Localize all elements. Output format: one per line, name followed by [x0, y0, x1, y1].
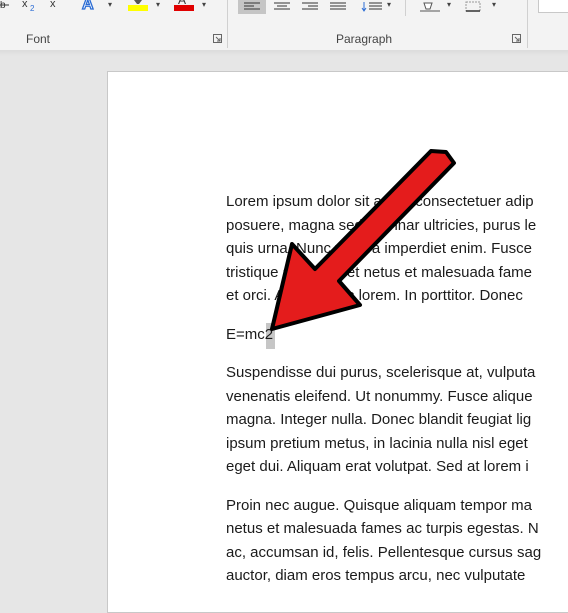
text-line[interactable]: ipsum pretium metus, in lacinia nulla ni…: [226, 432, 568, 456]
equation-text[interactable]: E=mc2: [226, 326, 273, 343]
line-spacing-icon: [361, 2, 382, 12]
superscript-button[interactable]: x: [48, 0, 62, 14]
text-effects-caret-icon[interactable]: ▾: [108, 0, 112, 9]
paragraph-dialog-launcher-icon[interactable]: [512, 34, 521, 43]
group-separator: [527, 0, 528, 48]
justify-button[interactable]: [326, 0, 350, 14]
font-dialog-launcher-icon[interactable]: [213, 34, 222, 43]
text-line[interactable]: quis urna. Nunc viverra imperdiet enim. …: [226, 237, 568, 261]
styles-gallery[interactable]: [538, 0, 568, 13]
paragraph-2[interactable]: Suspendisse dui purus, scelerisque at, v…: [226, 361, 568, 479]
font-color-icon: A: [174, 0, 194, 11]
text-line[interactable]: ac, accumsan id, felis. Pellentesque cur…: [226, 541, 568, 565]
toolbar-separator: [405, 0, 406, 16]
highlight-caret-icon[interactable]: ▾: [156, 0, 160, 9]
shading-caret-icon[interactable]: ▾: [447, 0, 451, 9]
text-line[interactable]: eget dui. Aliquam erat volutpat. Sed at …: [226, 455, 568, 479]
line-spacing-button[interactable]: [360, 0, 384, 14]
text-line[interactable]: auctor, diam eros tempus arcu, nec vulpu…: [226, 564, 568, 588]
text-line[interactable]: et orci. Aenean nec lorem. In porttitor.…: [226, 284, 568, 308]
subscript-button[interactable]: x2: [20, 0, 40, 14]
font-color-caret-icon[interactable]: ▾: [202, 0, 206, 9]
borders-icon: [465, 1, 481, 12]
subscript-icon: x2: [22, 0, 35, 13]
highlight-color-button[interactable]: [126, 0, 150, 14]
align-center-icon: [274, 2, 290, 10]
font-group-label: Font: [26, 32, 51, 46]
ribbon-shadow: [0, 50, 568, 56]
text-line[interactable]: netus et malesuada fames ac turpis egest…: [226, 517, 568, 541]
strikethrough-icon: b: [0, 1, 9, 11]
text-line[interactable]: tristique senectus et netus et malesuada…: [226, 261, 568, 285]
text-line[interactable]: posuere, magna sed pulvinar ultricies, p…: [226, 214, 568, 238]
borders-button[interactable]: [462, 0, 486, 14]
text-line[interactable]: magna. Integer nulla. Donec blandit feug…: [226, 408, 568, 432]
justify-icon: [330, 2, 346, 10]
paragraph-group-label: Paragraph: [336, 32, 393, 46]
equation-paragraph[interactable]: E=mc2: [226, 322, 568, 349]
text-line[interactable]: venenatis eleifend. Ut nonummy. Fusce al…: [226, 385, 568, 409]
shading-button[interactable]: [418, 0, 442, 14]
document-body[interactable]: Lorem ipsum dolor sit amet, consectetuer…: [226, 190, 568, 603]
line-spacing-caret-icon[interactable]: ▾: [387, 0, 391, 9]
align-left-icon: [244, 2, 260, 10]
group-separator: [227, 0, 228, 48]
svg-text:b: b: [0, 1, 6, 11]
svg-text:x: x: [50, 0, 56, 10]
paragraph-1[interactable]: Lorem ipsum dolor sit amet, consectetuer…: [226, 190, 568, 308]
align-right-button[interactable]: [298, 0, 322, 14]
svg-text:x: x: [22, 0, 28, 10]
svg-text:2: 2: [30, 4, 35, 13]
superscript-icon: x: [50, 0, 56, 10]
text-effects-icon: A: [81, 0, 94, 14]
paragraph-3[interactable]: Proin nec augue. Quisque aliquam tempor …: [226, 494, 568, 588]
align-right-icon: [302, 2, 318, 10]
svg-text:A: A: [82, 0, 94, 13]
font-color-button[interactable]: A: [172, 0, 196, 14]
text-line[interactable]: Suspendisse dui purus, scelerisque at, v…: [226, 361, 568, 385]
ribbon: b x2 x A ▾ ▾ A ▾ Font ▾ ▾ ▾ Paragraph: [0, 0, 568, 51]
align-center-button[interactable]: [270, 0, 294, 14]
borders-caret-icon[interactable]: ▾: [492, 0, 496, 9]
shading-icon: [420, 2, 440, 12]
align-left-button[interactable]: [238, 0, 266, 14]
strikethrough-button[interactable]: b: [0, 0, 10, 14]
text-line[interactable]: Proin nec augue. Quisque aliquam tempor …: [226, 494, 568, 518]
text-line[interactable]: Lorem ipsum dolor sit amet, consectetuer…: [226, 190, 568, 214]
highlight-color-icon: [128, 0, 148, 11]
text-effects-button[interactable]: A: [80, 0, 104, 14]
